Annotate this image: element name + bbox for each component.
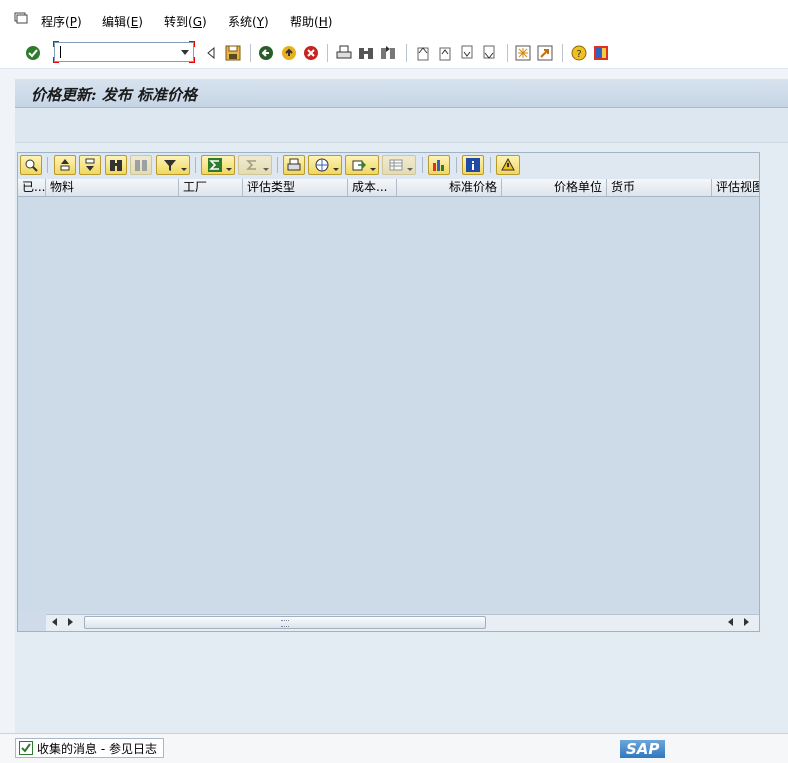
find-next-icon <box>135 160 147 171</box>
graphic-button[interactable] <box>428 155 450 175</box>
next-page-icon[interactable] <box>458 44 476 62</box>
command-input[interactable] <box>59 44 181 62</box>
bar-chart-icon <box>433 160 444 171</box>
details-button[interactable] <box>20 155 42 175</box>
sum-icon <box>208 158 222 172</box>
menu-program[interactable]: 程序(P) <box>41 15 82 29</box>
status-bar: 收集的消息 - 参见日志 SAP <box>0 733 788 763</box>
export-button[interactable] <box>345 155 379 175</box>
total-button[interactable] <box>201 155 235 175</box>
checkbox-check-icon <box>19 741 33 755</box>
sort-ascending-icon <box>60 159 70 171</box>
sort-descending-button[interactable] <box>79 155 101 175</box>
scroll-left-icon[interactable] <box>52 618 57 626</box>
scroll-right-icon[interactable] <box>68 618 73 626</box>
menu-edit[interactable]: 编辑(E) <box>102 15 143 29</box>
menu-bar: 程序(P) 编辑(E) 转到(G) 系统(Y) 帮助(H) <box>0 0 788 38</box>
column-header-valuation-view[interactable]: 评估视图 <box>712 179 759 196</box>
chevron-down-icon <box>407 168 413 171</box>
subtotal-button[interactable] <box>238 155 272 175</box>
menu-system[interactable]: 系统(Y) <box>228 15 269 29</box>
alv-column-header: 已... 物料 工厂 评估类型 成本... 标准价格 价格单位 货币 评估视图 <box>18 179 759 197</box>
svg-text:?: ? <box>576 49 581 60</box>
status-message[interactable]: 收集的消息 - 参见日志 <box>15 738 164 758</box>
first-page-icon[interactable] <box>414 44 432 62</box>
print-icon <box>287 158 301 171</box>
sap-logo: SAP <box>620 740 666 758</box>
filter-button[interactable] <box>156 155 190 175</box>
alv-toolbar <box>18 153 759 179</box>
chevron-down-icon <box>263 168 269 171</box>
find-button[interactable] <box>105 155 127 175</box>
menu-help[interactable]: 帮助(H) <box>290 15 332 29</box>
status-message-text: 收集的消息 - 参见日志 <box>37 741 157 756</box>
details-icon <box>25 159 38 172</box>
column-header-status[interactable]: 已... <box>18 179 46 196</box>
column-header-valuation-type[interactable]: 评估类型 <box>243 179 348 196</box>
layout-icon <box>389 159 403 171</box>
chevron-down-icon[interactable] <box>181 50 189 55</box>
find-next-icon[interactable] <box>379 44 397 62</box>
filter-icon <box>164 160 176 171</box>
previous-page-icon[interactable] <box>436 44 454 62</box>
chevron-down-icon <box>333 168 339 171</box>
column-header-currency[interactable]: 货币 <box>607 179 712 196</box>
print-preview-button[interactable] <box>283 155 305 175</box>
information-button[interactable] <box>462 155 484 175</box>
save-icon[interactable] <box>224 44 242 62</box>
chevron-down-icon <box>181 168 187 171</box>
new-session-icon[interactable] <box>514 44 532 62</box>
column-header-costing[interactable]: 成本... <box>348 179 397 196</box>
help-icon[interactable]: ? <box>570 44 588 62</box>
page-title: 价格更新: 发布 标准价格 <box>31 86 197 104</box>
window-menu-icon[interactable] <box>14 12 28 24</box>
scroll-right-end-icon[interactable] <box>744 618 749 626</box>
collapse-left-icon[interactable] <box>202 44 220 62</box>
alv-grid-body[interactable] <box>18 197 759 611</box>
horizontal-scrollbar[interactable] <box>46 614 759 631</box>
subtotal-icon <box>246 160 256 170</box>
log-button[interactable] <box>496 155 520 175</box>
column-header-price-unit[interactable]: 价格单位 <box>502 179 607 196</box>
views-icon <box>315 158 329 172</box>
sort-descending-icon <box>85 158 95 171</box>
exit-icon[interactable] <box>280 44 298 62</box>
command-field[interactable] <box>53 41 195 63</box>
application-toolbar <box>15 108 788 143</box>
column-header-standard-price[interactable]: 标准价格 <box>397 179 502 196</box>
system-toolbar: ? <box>0 38 788 69</box>
last-page-icon[interactable] <box>480 44 498 62</box>
scrollbar-thumb[interactable] <box>84 616 486 629</box>
page-title-bar: 价格更新: 发布 标准价格 <box>15 79 788 108</box>
shortcut-icon[interactable] <box>536 44 554 62</box>
export-icon <box>352 160 366 171</box>
layout-button[interactable] <box>382 155 416 175</box>
layout-menu-icon[interactable] <box>592 44 610 62</box>
alv-grid: 已... 物料 工厂 评估类型 成本... 标准价格 价格单位 货币 评估视图 <box>17 152 760 632</box>
print-icon[interactable] <box>335 44 353 62</box>
column-header-plant[interactable]: 工厂 <box>179 179 243 196</box>
cancel-icon[interactable] <box>302 44 320 62</box>
scroll-left-end-icon[interactable] <box>728 618 733 626</box>
views-button[interactable] <box>308 155 342 175</box>
warning-log-icon <box>501 158 515 171</box>
column-header-material[interactable]: 物料 <box>46 179 179 196</box>
find-next-button[interactable] <box>130 155 152 175</box>
enter-icon[interactable] <box>24 44 42 62</box>
binoculars-icon <box>110 160 122 171</box>
sort-ascending-button[interactable] <box>54 155 76 175</box>
chevron-down-icon <box>226 168 232 171</box>
chevron-down-icon <box>370 168 376 171</box>
find-icon[interactable] <box>357 44 375 62</box>
menu-goto[interactable]: 转到(G) <box>164 15 207 29</box>
back-icon[interactable] <box>257 44 275 62</box>
info-icon <box>466 158 480 172</box>
